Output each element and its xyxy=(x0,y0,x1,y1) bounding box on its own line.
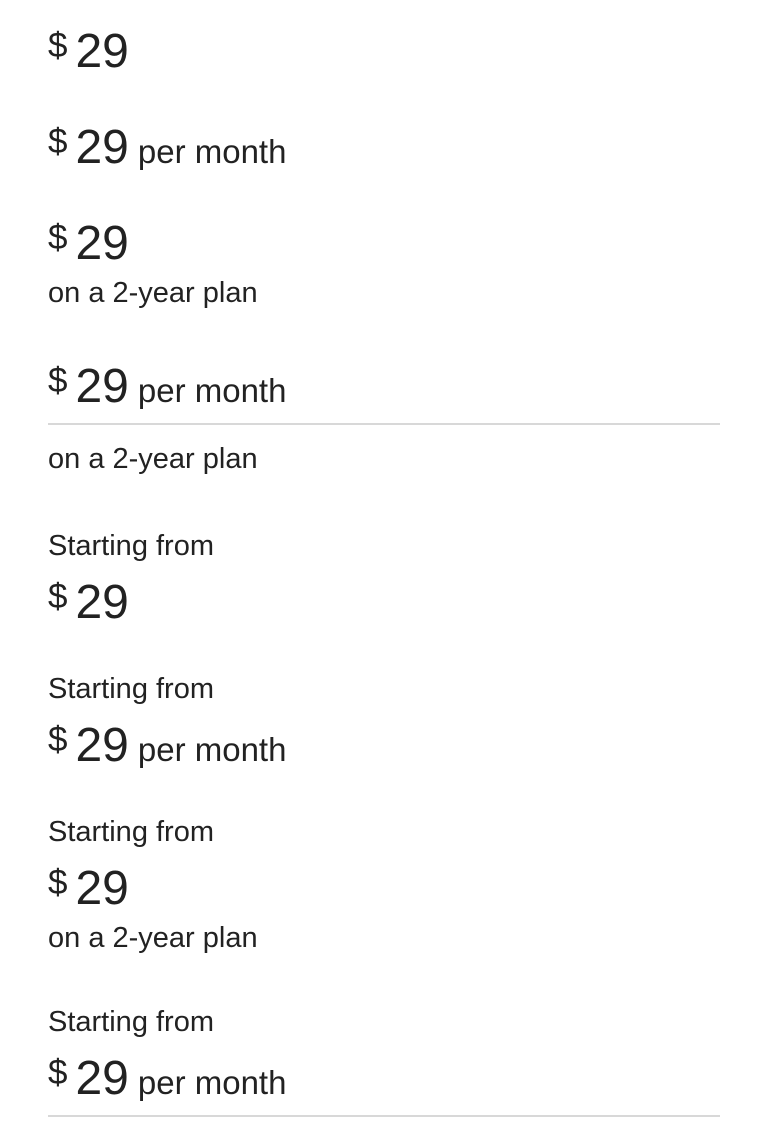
starting-from-label: Starting from xyxy=(48,673,214,705)
caption-block: on a 2-year plan xyxy=(48,442,720,476)
currency-symbol: $ xyxy=(48,863,68,902)
price-amount: 29 xyxy=(75,1052,129,1105)
price-row: $ 29 xyxy=(48,220,720,268)
currency-symbol: $ xyxy=(48,577,68,616)
price-row: $ 29 per month xyxy=(48,722,720,770)
price-row: $ 29 per month xyxy=(48,1055,720,1103)
price-block-starting-from: Starting from $ 29 xyxy=(48,529,720,627)
price-period: per month xyxy=(137,1064,287,1101)
price-block-starting-from-per-month: Starting from $ 29 per month xyxy=(48,672,720,770)
price-block-starting-from-caption: Starting from $ 29 on a 2-year plan xyxy=(48,815,720,955)
starting-from-label: Starting from xyxy=(48,530,214,562)
price-amount: 29 xyxy=(75,719,129,772)
price-period: per month xyxy=(137,731,287,768)
currency-symbol: $ xyxy=(48,361,68,400)
currency-symbol: $ xyxy=(48,720,68,759)
price-block-price-only: $ 29 xyxy=(48,28,720,76)
plan-caption: on a 2-year plan xyxy=(48,922,258,954)
plan-caption: on a 2-year plan xyxy=(48,277,258,309)
price-block-per-month: $ 29 per month xyxy=(48,124,720,172)
price-block-per-month-divider-caption: $ 29 per month xyxy=(48,363,720,411)
starting-from-label: Starting from xyxy=(48,1006,214,1038)
currency-symbol: $ xyxy=(48,122,68,161)
price-row: $ 29 xyxy=(48,865,720,913)
plan-caption: on a 2-year plan xyxy=(48,443,258,475)
price-row: $ 29 per month xyxy=(48,363,720,411)
price-amount: 29 xyxy=(75,576,129,629)
starting-from-label: Starting from xyxy=(48,816,214,848)
price-amount: 29 xyxy=(75,217,129,270)
currency-symbol: $ xyxy=(48,218,68,257)
price-period: per month xyxy=(137,133,287,170)
price-amount: 29 xyxy=(75,862,129,915)
price-block-with-caption: $ 29 on a 2-year plan xyxy=(48,220,720,310)
currency-symbol: $ xyxy=(48,1053,68,1092)
price-block-starting-from-per-month-divider: Starting from $ 29 per month xyxy=(48,1005,720,1103)
price-row: $ 29 xyxy=(48,579,720,627)
price-divider xyxy=(48,1115,720,1117)
price-amount: 29 xyxy=(75,121,129,174)
price-amount: 29 xyxy=(75,25,129,78)
price-period: per month xyxy=(137,372,287,409)
price-row: $ 29 xyxy=(48,28,720,76)
price-divider xyxy=(48,423,720,425)
price-row: $ 29 per month xyxy=(48,124,720,172)
currency-symbol: $ xyxy=(48,26,68,65)
price-amount: 29 xyxy=(75,360,129,413)
